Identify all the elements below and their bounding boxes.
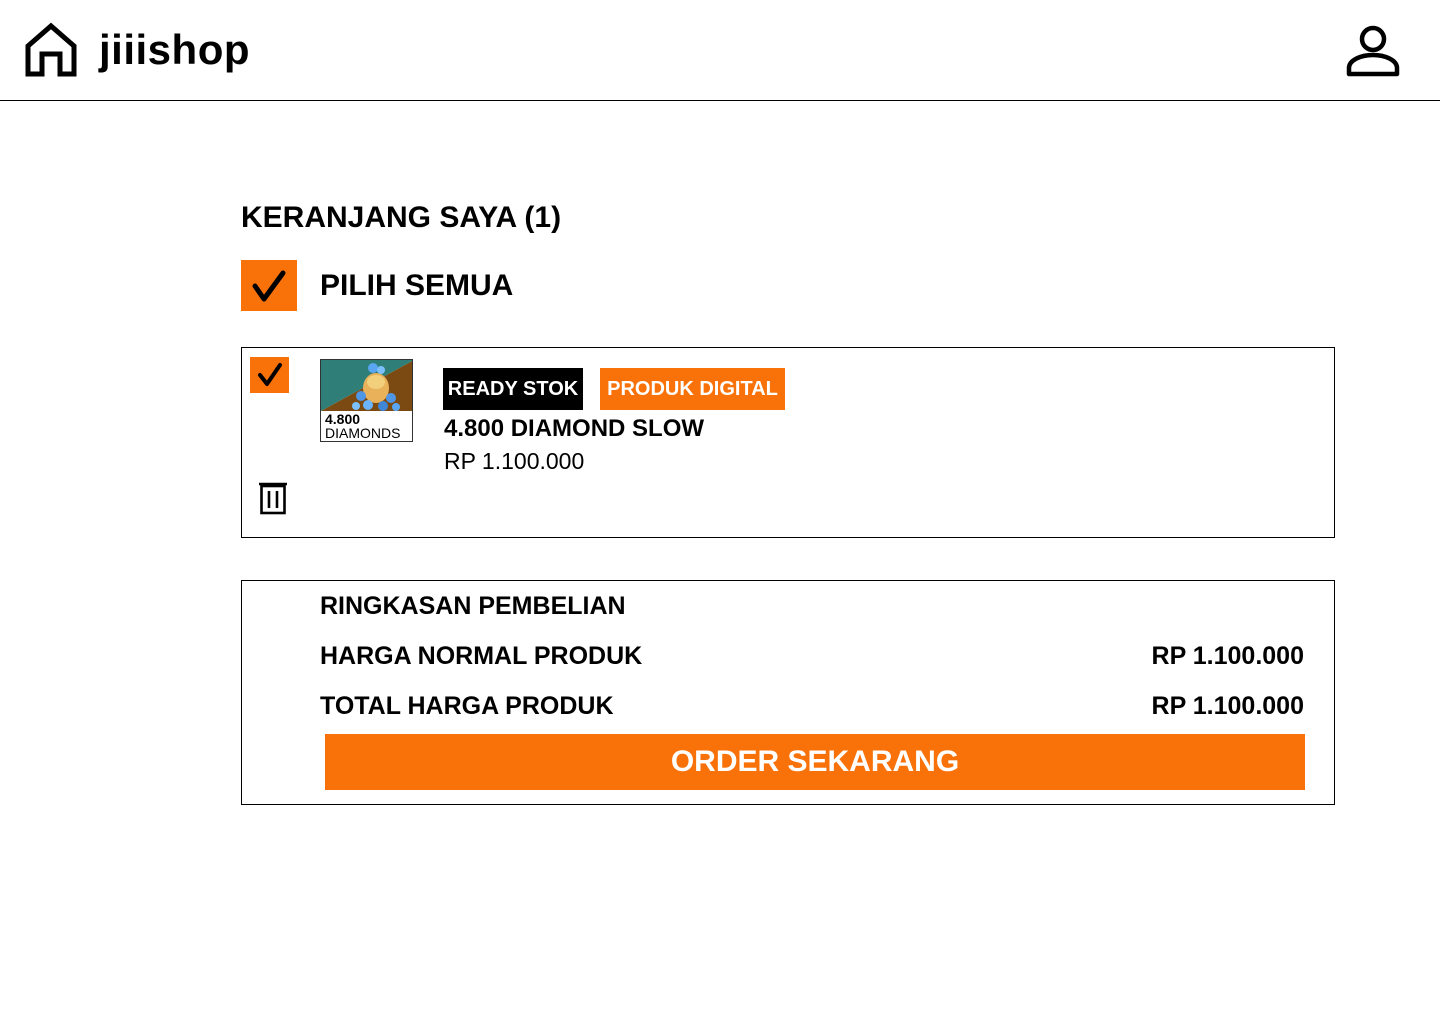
order-now-button[interactable]: ORDER SEKARANG	[325, 734, 1305, 790]
top-navbar: jiiishop	[0, 0, 1440, 101]
home-icon[interactable]	[24, 22, 78, 78]
normal-price-label: HARGA NORMAL PRODUK	[320, 642, 643, 670]
select-all-label[interactable]: PILIH SEMUA	[320, 267, 513, 305]
digital-product-badge: PRODUK DIGITAL	[600, 368, 785, 410]
user-icon[interactable]	[1344, 24, 1402, 78]
purchase-summary: RINGKASAN PEMBELIAN HARGA NORMAL PRODUK …	[241, 580, 1335, 805]
ready-stock-badge: READY STOK	[443, 368, 583, 410]
select-all-row[interactable]: PILIH SEMUA	[241, 260, 513, 311]
select-all-checkbox[interactable]	[241, 260, 297, 311]
total-price-row: TOTAL HARGA PRODUK RP 1.100.000	[320, 691, 1304, 721]
cart-item: 4.800 DIAMONDS READY STOK PRODUK DIGITAL…	[241, 347, 1335, 538]
product-price: RP 1.100.000	[444, 448, 585, 474]
checkmark-icon	[257, 363, 282, 386]
diamond-pile-image	[321, 360, 412, 411]
thumbnail-unit: DIAMONDS	[325, 425, 401, 441]
normal-price-row: HARGA NORMAL PRODUK RP 1.100.000	[320, 641, 1304, 671]
brand-logo-text[interactable]: jiiishop	[99, 24, 250, 76]
thumbnail-caption: 4.800 DIAMONDS	[325, 412, 400, 440]
normal-price-value: RP 1.100.000	[1151, 642, 1304, 670]
product-thumbnail[interactable]: 4.800 DIAMONDS	[320, 359, 413, 442]
cart-title: KERANJANG SAYA (1)	[241, 201, 562, 234]
total-price-label: TOTAL HARGA PRODUK	[320, 692, 614, 720]
total-price-value: RP 1.100.000	[1151, 692, 1304, 720]
thumbnail-quantity: 4.800	[325, 411, 361, 427]
summary-title: RINGKASAN PEMBELIAN	[320, 592, 626, 620]
trash-icon[interactable]	[258, 479, 288, 515]
product-name[interactable]: 4.800 DIAMOND SLOW	[444, 414, 704, 444]
checkmark-icon	[252, 270, 286, 301]
item-checkbox[interactable]	[250, 357, 289, 393]
